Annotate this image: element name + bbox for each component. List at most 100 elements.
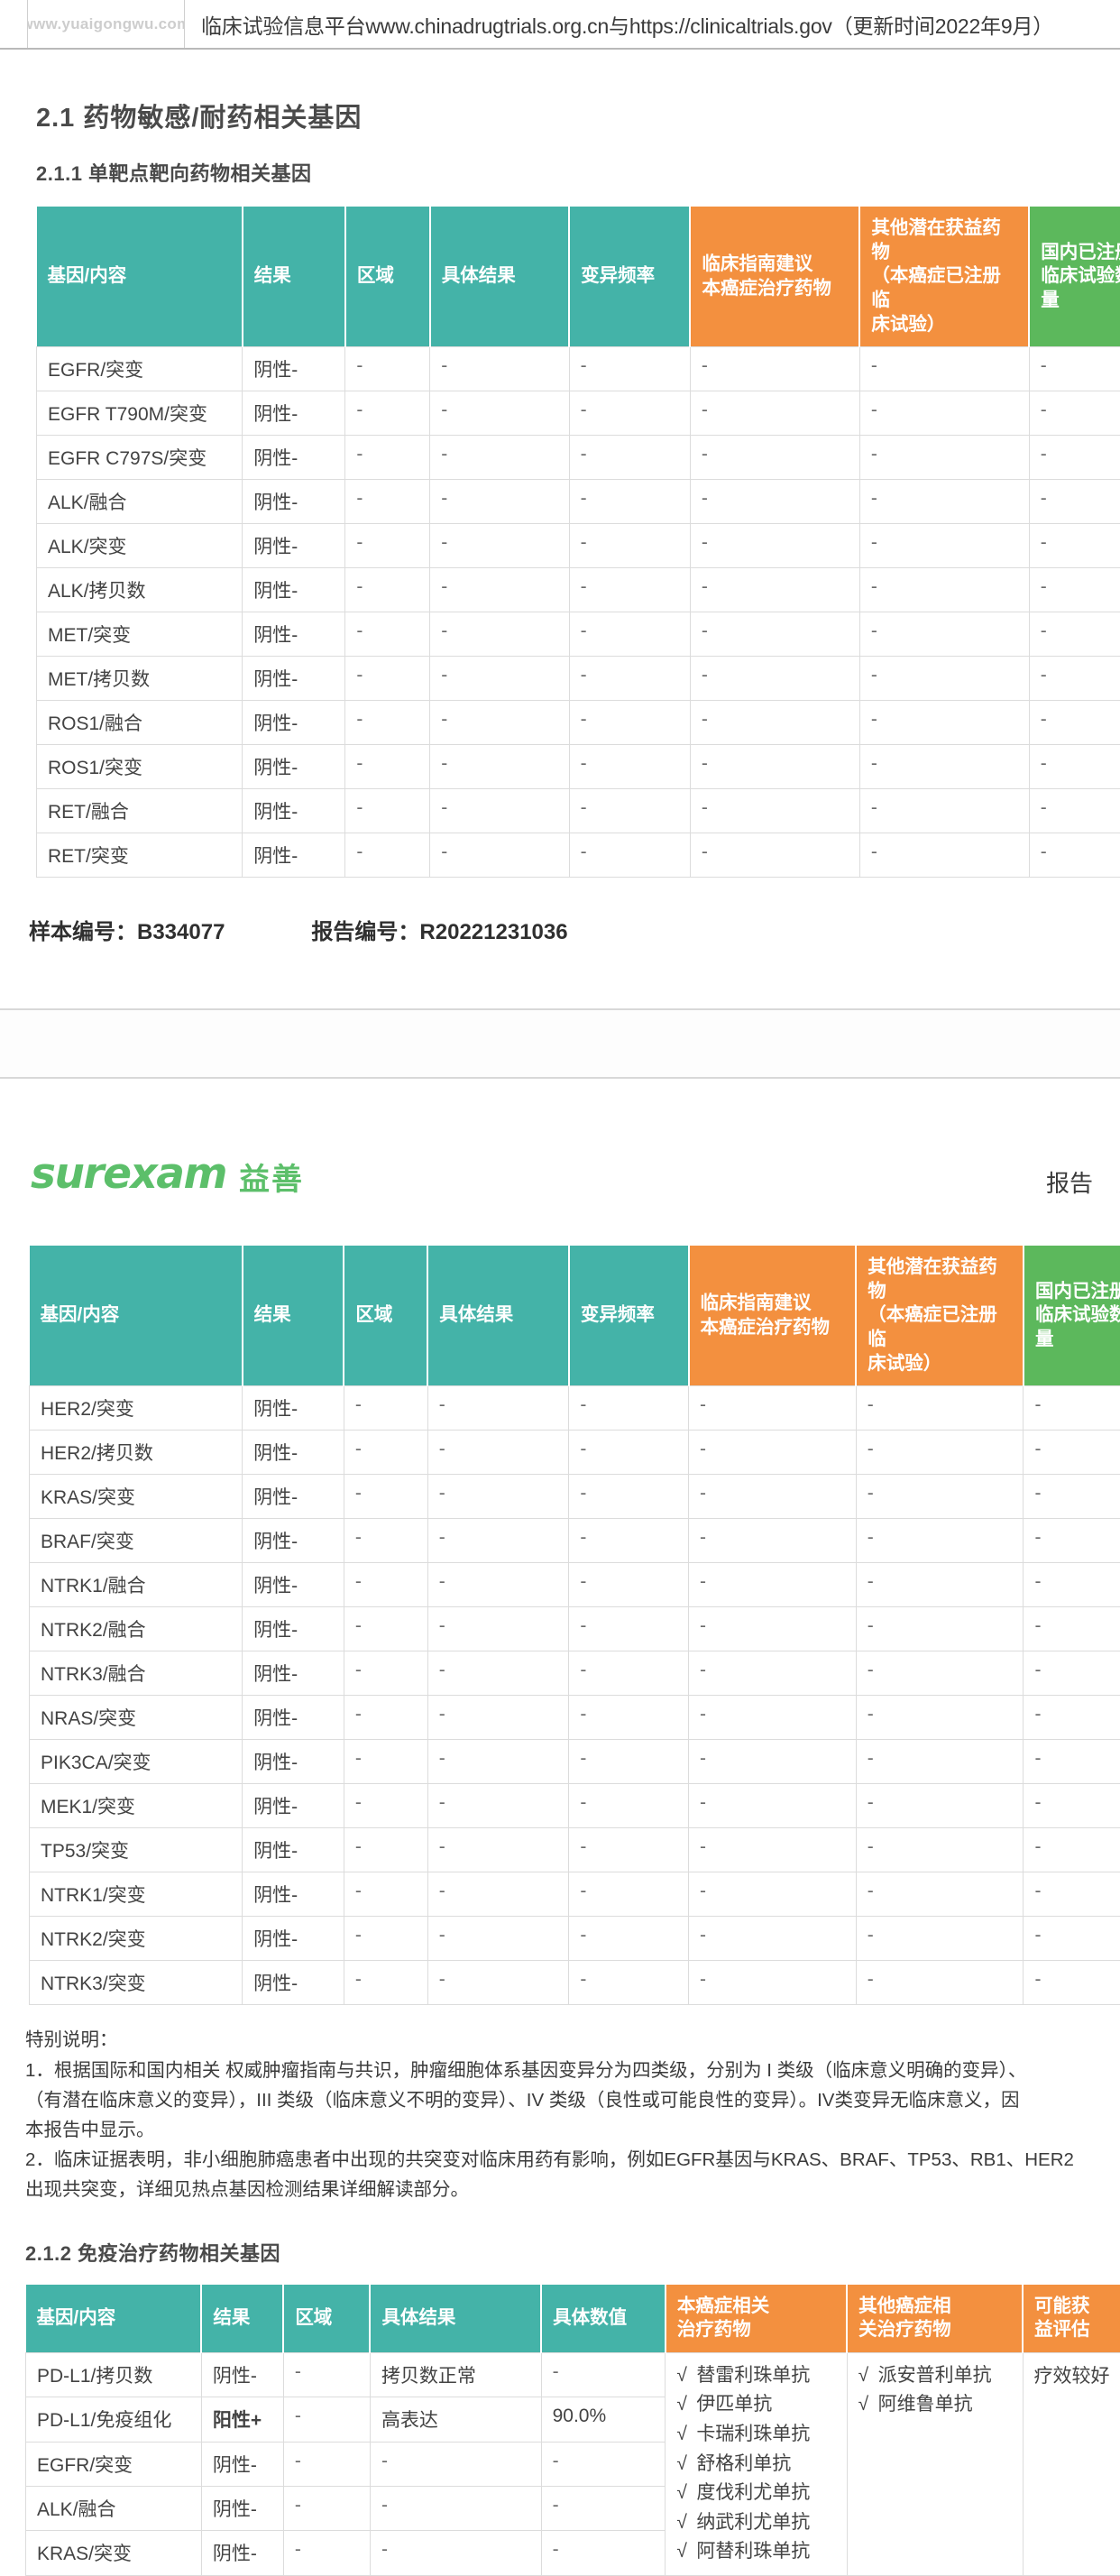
cell-result: 阴性-: [243, 745, 345, 789]
cell-gene: HER2/突变: [30, 1386, 243, 1431]
cell-region: -: [283, 2531, 370, 2575]
running-header-text: 临床试验信息平台www.chinadrugtrials.org.cn与https…: [185, 0, 1120, 48]
cell-freq: -: [569, 701, 690, 745]
cell-result: 阴性-: [243, 1651, 344, 1696]
drug-name: 派安普利单抗: [878, 2365, 992, 2386]
cell-region: -: [345, 480, 430, 524]
table-row: NTRK1/融合阴性-------: [30, 1563, 1120, 1607]
cell-guideline: -: [689, 1607, 857, 1651]
cell-result: 阴性-: [243, 657, 345, 701]
cell-region: -: [345, 391, 430, 436]
cell-guideline: -: [690, 745, 859, 789]
cell-result: 阴性-: [243, 436, 345, 480]
drug-item: √纳武利尤单抗: [676, 2508, 835, 2538]
cell-detail: -: [430, 480, 569, 524]
col-guideline-line1: 临床指南建议: [701, 1292, 845, 1316]
cell-guideline: -: [689, 1651, 857, 1696]
cell-detail: -: [427, 1431, 569, 1475]
cell-gene: MET/突变: [37, 612, 243, 657]
cell-freq: -: [569, 1784, 689, 1828]
cell-freq: -: [569, 480, 690, 524]
cell-trials: -: [1024, 1872, 1120, 1917]
cell-gene: RET/融合: [37, 789, 243, 833]
cell-other: -: [856, 1563, 1024, 1607]
cell-region: -: [344, 1696, 427, 1740]
table-row: EGFR C797S/突变阴性-------: [37, 436, 1120, 480]
check-icon: √: [676, 2450, 696, 2479]
cell-result: 阴性-: [243, 612, 345, 657]
special-notes: 特别说明： 1．根据国际和国内相关 权威肿瘤指南与共识，肿瘤细胞体系基因变异分为…: [25, 2025, 1095, 2204]
cell-result: 阴性-: [243, 1386, 344, 1431]
cell-trials: -: [1029, 436, 1120, 480]
cell-value: -: [541, 2486, 666, 2530]
drug-item: √替雷利珠单抗: [676, 2361, 835, 2391]
header-left-pad: [0, 0, 27, 48]
cell-other: -: [856, 1917, 1024, 1961]
cell-gene: NTRK2/突变: [30, 1917, 243, 1961]
check-icon: √: [676, 2361, 696, 2391]
cell-detail: -: [370, 2531, 541, 2575]
col-trials-line2: 临床试验数量: [1041, 264, 1120, 312]
check-icon: √: [676, 2479, 696, 2508]
cell-guideline: -: [689, 1696, 857, 1740]
cell-trials: -: [1029, 524, 1120, 568]
cell-trials: -: [1029, 833, 1120, 878]
cell-result: 阴性-: [243, 1563, 344, 1607]
cell-guideline: -: [690, 391, 859, 436]
cell-result: 阴性-: [243, 833, 345, 878]
report-number-label: 报告编号：: [311, 920, 419, 944]
cell-trials: -: [1024, 1784, 1120, 1828]
table-row: ALK/突变阴性-------: [37, 524, 1120, 568]
cell-other: -: [856, 1784, 1024, 1828]
cell-region: -: [345, 524, 430, 568]
check-icon: √: [676, 2508, 696, 2538]
col-other-benefit-drugs: 其他潜在获益药物 （本癌症已注册临 床试验）: [856, 1246, 1024, 1386]
brand-report-label: 报告: [1046, 1165, 1093, 1199]
table-body: PD-L1/拷贝数 阴性- - 拷贝数正常 - √替雷利珠单抗 √伊匹单抗 √卡…: [26, 2352, 1120, 2575]
cell-trials: -: [1024, 1740, 1120, 1784]
cell-detail: -: [427, 1475, 569, 1519]
drug-item: √度伐利尤单抗: [676, 2479, 835, 2508]
cell-other: -: [859, 833, 1029, 878]
cell-guideline: -: [689, 1828, 857, 1872]
cell-detail: -: [427, 1386, 569, 1431]
cell-freq: -: [569, 1475, 689, 1519]
section-title-2-1: 2.1 药物敏感/耐药相关基因: [36, 97, 1120, 134]
cell-trials: -: [1024, 1475, 1120, 1519]
col-other-cancer-line1: 其他癌症相: [858, 2295, 1011, 2319]
drug-name: 度伐利尤单抗: [696, 2482, 810, 2503]
cell-gene: NTRK1/突变: [30, 1872, 243, 1917]
col-trials-line1: 国内已注册: [1035, 1280, 1120, 1304]
cell-region: -: [283, 2442, 370, 2486]
cell-result: 阴性-: [243, 1519, 344, 1563]
cell-freq: -: [569, 1740, 689, 1784]
cell-guideline: -: [689, 1872, 857, 1917]
cell-result: 阴性-: [243, 480, 345, 524]
cell-result-positive: 阳性+: [201, 2397, 283, 2442]
cell-freq: -: [569, 1607, 689, 1651]
col-region: 区域: [283, 2285, 370, 2353]
cell-trials: -: [1029, 347, 1120, 391]
cell-region: -: [283, 2397, 370, 2442]
col-other-cancer-line2: 关治疗药物: [858, 2318, 1011, 2342]
cell-guideline: -: [689, 1431, 857, 1475]
notes-item2-line2: 出现共突变，详细见热点基因检测结果详细解读部分。: [25, 2175, 1095, 2204]
col-trials-line1: 国内已注册: [1041, 241, 1120, 265]
cell-other: -: [859, 436, 1029, 480]
subsection-title-2-1-2: 2.1.2 免疫治疗药物相关基因: [25, 2238, 1120, 2267]
check-icon: √: [676, 2537, 696, 2567]
cell-gene: ROS1/突变: [37, 745, 243, 789]
cell-region: -: [345, 612, 430, 657]
table-row: NRAS/突变阴性-------: [30, 1696, 1120, 1740]
col-gene: 基因/内容: [26, 2285, 202, 2353]
cell-region: -: [344, 1386, 427, 1431]
cell-freq: -: [569, 436, 690, 480]
drug-item: √派安普利单抗: [858, 2361, 1012, 2391]
cell-trials: -: [1024, 1696, 1120, 1740]
cell-trials: -: [1024, 1431, 1120, 1475]
cell-other: -: [856, 1431, 1024, 1475]
subsection-title-2-1-1: 2.1.1 单靶点靶向药物相关基因: [36, 158, 1120, 187]
running-header: www.yuaigongwu.com 临床试验信息平台www.chinadrug…: [0, 0, 1120, 50]
cell-trials: -: [1029, 789, 1120, 833]
cell-trials: -: [1024, 1828, 1120, 1872]
